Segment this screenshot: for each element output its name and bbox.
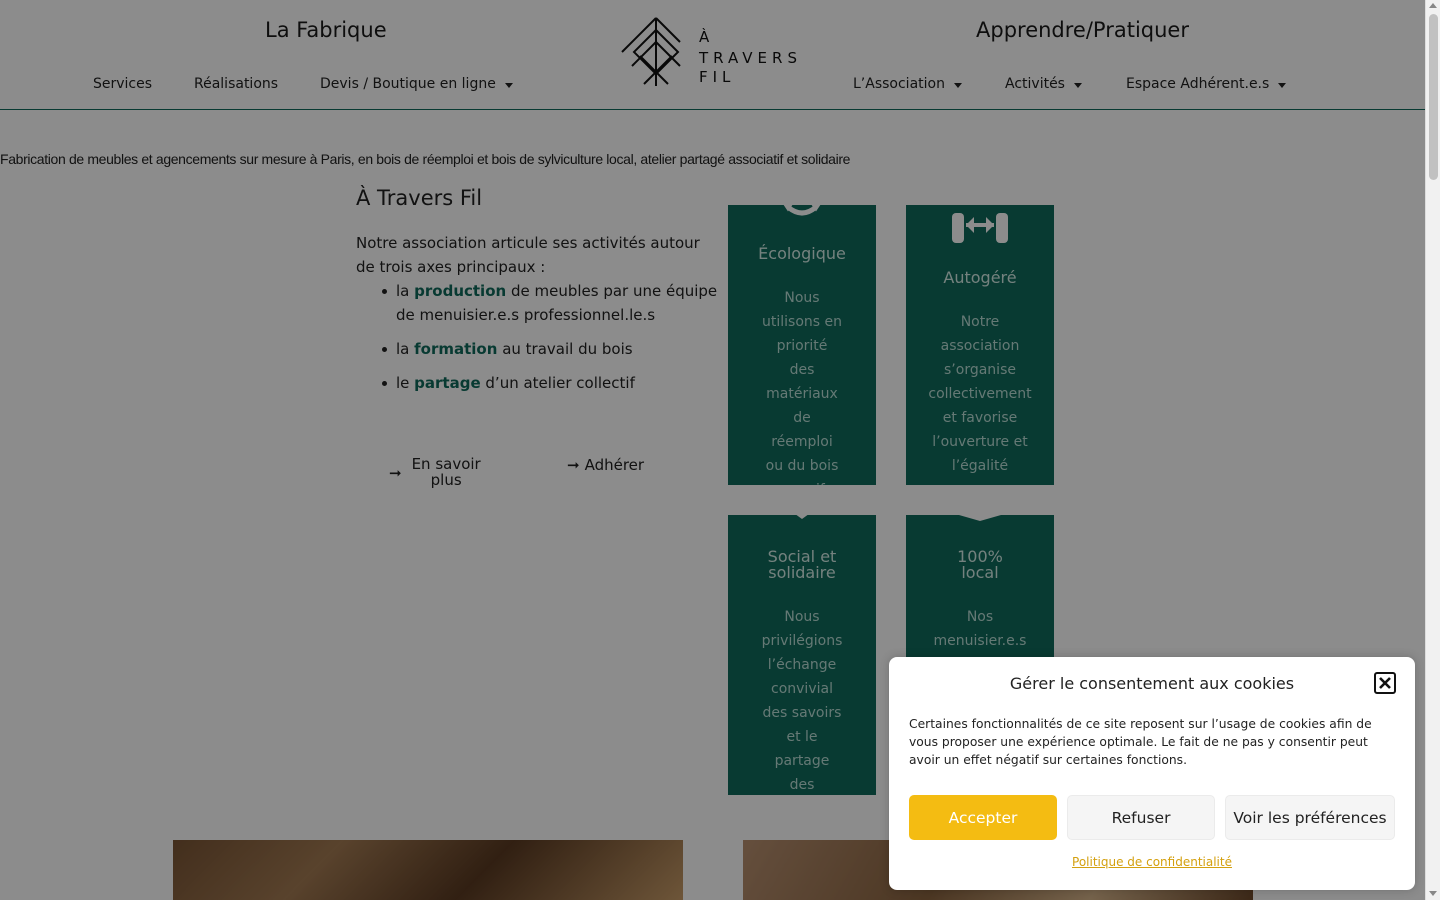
refuse-button[interactable]: Refuser [1067, 795, 1215, 840]
scrollbar-thumb[interactable] [1429, 14, 1438, 180]
cookie-consent-modal: Gérer le consentement aux cookies Certai… [889, 657, 1415, 890]
scroll-up-icon[interactable] [1429, 3, 1437, 8]
accept-button[interactable]: Accepter [909, 795, 1057, 840]
privacy-policy-link[interactable]: Politique de confidentialité [889, 855, 1395, 869]
close-button[interactable] [1374, 672, 1396, 694]
cookie-modal-title: Gérer le consentement aux cookies [1009, 674, 1295, 693]
page-scrollbar[interactable] [1425, 0, 1440, 900]
scroll-down-icon[interactable] [1429, 891, 1437, 896]
preferences-button[interactable]: Voir les préférences [1225, 795, 1395, 840]
close-icon [1379, 677, 1391, 689]
cookie-modal-text: Certaines fonctionnalités de ce site rep… [909, 717, 1372, 767]
